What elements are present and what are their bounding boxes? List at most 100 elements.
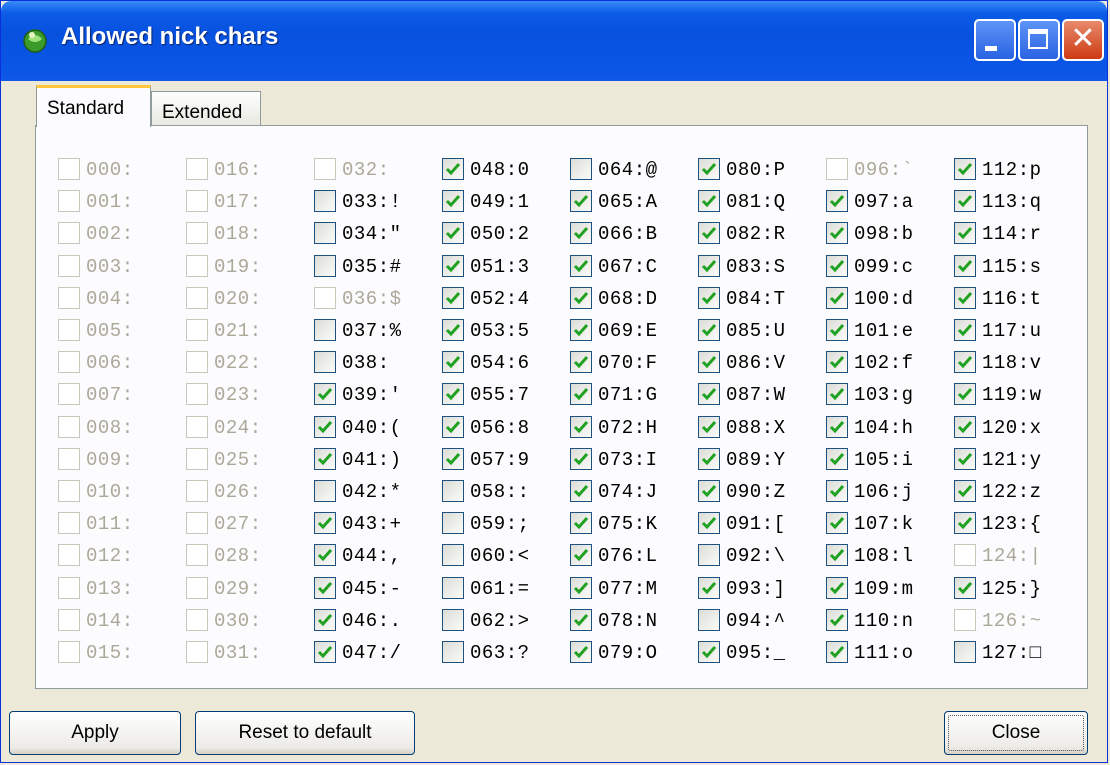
checkbox-checked[interactable]: [442, 190, 464, 213]
checkbox-checked[interactable]: [826, 576, 848, 599]
checkbox-checked[interactable]: [570, 544, 592, 567]
checkbox-checked[interactable]: [570, 641, 592, 663]
apply-button[interactable]: Apply: [9, 711, 181, 755]
checkbox[interactable]: [442, 544, 464, 567]
checkbox-checked[interactable]: [698, 158, 720, 180]
close-window-button[interactable]: ✕: [1062, 19, 1104, 61]
checkbox-checked[interactable]: [826, 544, 848, 567]
checkbox-checked[interactable]: [570, 576, 592, 599]
checkbox-checked[interactable]: [698, 447, 720, 470]
reset-to-default-button[interactable]: Reset to default: [195, 711, 415, 755]
checkbox[interactable]: [698, 608, 720, 631]
checkbox-checked[interactable]: [442, 319, 464, 341]
checkbox-checked[interactable]: [698, 254, 720, 277]
checkbox-checked[interactable]: [826, 286, 848, 309]
checkbox-checked[interactable]: [954, 415, 976, 438]
checkbox-checked[interactable]: [826, 254, 848, 277]
checkbox-checked[interactable]: [826, 351, 848, 374]
checkbox-checked[interactable]: [698, 319, 720, 341]
checkbox-checked[interactable]: [314, 415, 336, 438]
checkbox-checked[interactable]: [442, 351, 464, 374]
checkbox-checked[interactable]: [442, 383, 464, 406]
checkbox[interactable]: [314, 319, 336, 341]
maximize-button[interactable]: [1018, 19, 1060, 61]
checkbox-checked[interactable]: [826, 447, 848, 470]
checkbox-checked[interactable]: [954, 447, 976, 470]
checkbox[interactable]: [442, 576, 464, 599]
minimize-button[interactable]: [974, 19, 1016, 61]
checkbox-checked[interactable]: [826, 190, 848, 213]
checkbox-checked[interactable]: [314, 544, 336, 567]
checkbox-checked[interactable]: [826, 512, 848, 535]
checkbox-checked[interactable]: [954, 190, 976, 213]
checkbox-checked[interactable]: [570, 447, 592, 470]
checkbox-checked[interactable]: [570, 415, 592, 438]
tab-standard[interactable]: Standard: [36, 85, 151, 127]
checkbox-checked[interactable]: [698, 383, 720, 406]
title-bar[interactable]: Allowed nick chars ✕: [1, 1, 1107, 81]
checkbox-checked[interactable]: [698, 512, 720, 535]
checkbox-checked[interactable]: [314, 512, 336, 535]
checkbox-checked[interactable]: [570, 383, 592, 406]
checkbox-checked[interactable]: [954, 222, 976, 245]
checkbox-checked[interactable]: [826, 383, 848, 406]
checkbox-checked[interactable]: [442, 415, 464, 438]
checkbox-checked[interactable]: [826, 222, 848, 245]
checkbox-checked[interactable]: [826, 608, 848, 631]
checkbox-checked[interactable]: [698, 190, 720, 213]
checkbox[interactable]: [314, 254, 336, 277]
close-button[interactable]: Close: [944, 711, 1088, 755]
checkbox-checked[interactable]: [954, 158, 976, 180]
checkbox-checked[interactable]: [570, 319, 592, 341]
checkbox-checked[interactable]: [954, 512, 976, 535]
checkbox-checked[interactable]: [826, 319, 848, 341]
checkbox-checked[interactable]: [570, 222, 592, 245]
checkbox-checked[interactable]: [954, 576, 976, 599]
checkbox[interactable]: [442, 512, 464, 535]
checkbox[interactable]: [570, 158, 592, 180]
checkbox-checked[interactable]: [954, 319, 976, 341]
checkbox[interactable]: [698, 544, 720, 567]
checkbox-checked[interactable]: [314, 576, 336, 599]
checkbox-checked[interactable]: [570, 254, 592, 277]
checkbox[interactable]: [954, 641, 976, 663]
checkbox-checked[interactable]: [314, 447, 336, 470]
checkbox-checked[interactable]: [314, 383, 336, 406]
checkbox-checked[interactable]: [570, 608, 592, 631]
checkbox-checked[interactable]: [954, 254, 976, 277]
checkbox-checked[interactable]: [698, 415, 720, 438]
checkbox-checked[interactable]: [314, 608, 336, 631]
checkbox-checked[interactable]: [314, 641, 336, 663]
checkbox[interactable]: [442, 641, 464, 663]
checkbox[interactable]: [314, 480, 336, 502]
checkbox-checked[interactable]: [570, 351, 592, 374]
checkbox[interactable]: [442, 480, 464, 502]
checkbox-checked[interactable]: [698, 641, 720, 663]
checkbox-checked[interactable]: [954, 383, 976, 406]
tab-extended[interactable]: Extended: [151, 91, 261, 127]
checkbox-checked[interactable]: [698, 576, 720, 599]
checkbox[interactable]: [314, 190, 336, 213]
checkbox-checked[interactable]: [442, 222, 464, 245]
checkbox[interactable]: [314, 222, 336, 245]
checkbox-checked[interactable]: [698, 480, 720, 502]
checkbox-checked[interactable]: [954, 480, 976, 502]
checkbox-checked[interactable]: [570, 190, 592, 213]
checkbox-checked[interactable]: [442, 447, 464, 470]
checkbox-checked[interactable]: [570, 480, 592, 502]
checkbox[interactable]: [442, 608, 464, 631]
checkbox-checked[interactable]: [826, 480, 848, 502]
checkbox-checked[interactable]: [442, 254, 464, 277]
checkbox-checked[interactable]: [698, 351, 720, 374]
checkbox-checked[interactable]: [826, 415, 848, 438]
checkbox[interactable]: [314, 351, 336, 374]
checkbox-checked[interactable]: [698, 286, 720, 309]
checkbox-checked[interactable]: [570, 512, 592, 535]
checkbox-checked[interactable]: [698, 222, 720, 245]
checkbox-checked[interactable]: [826, 641, 848, 663]
checkbox-checked[interactable]: [954, 286, 976, 309]
checkbox-checked[interactable]: [570, 286, 592, 309]
checkbox-checked[interactable]: [954, 351, 976, 374]
checkbox-checked[interactable]: [442, 158, 464, 180]
checkbox-checked[interactable]: [442, 286, 464, 309]
